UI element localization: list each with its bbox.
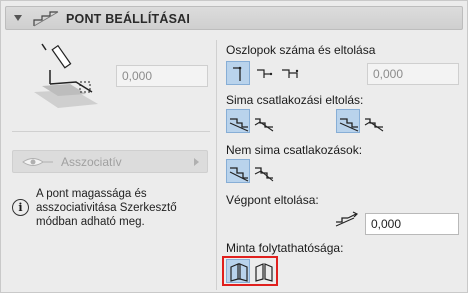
pattern-label: Minta folytathatósága:: [226, 241, 344, 255]
eye-link-icon: [21, 155, 55, 172]
nonsmooth-option-1-button[interactable]: [226, 159, 250, 183]
endpoint-offset-field[interactable]: 0,000: [365, 213, 459, 235]
stair-step-alt-icon: [364, 118, 384, 132]
point-preview-image: [28, 40, 104, 110]
smooth-option-2-button[interactable]: [251, 109, 275, 133]
panel-title: PONT BEÁLLÍTÁSAI: [66, 12, 191, 26]
point-height-field[interactable]: 0,000: [116, 65, 208, 87]
stair-step-icon: [254, 118, 274, 132]
stair-point-icon: [32, 10, 60, 31]
panel-header[interactable]: PONT BEÁLLÍTÁSAI: [5, 6, 463, 30]
associative-label: Asszociatív: [61, 155, 122, 169]
column-single-icon: [233, 66, 242, 81]
info-text: A pont magassága és asszociativitása Sze…: [36, 188, 177, 228]
associative-popup[interactable]: Asszociatív: [12, 150, 208, 173]
highlight-box: [222, 256, 278, 286]
stair-smooth-alt-icon: [339, 118, 359, 132]
columns-offset-field[interactable]: 0,000: [367, 63, 459, 85]
smooth-option-1-button[interactable]: [226, 109, 250, 133]
stair-smooth-icon: [229, 118, 249, 132]
endpoint-offset-icon: [334, 208, 360, 231]
endpoint-label: Végpont eltolása:: [226, 193, 319, 207]
nonsmooth-label: Nem sima csatlakozások:: [226, 143, 363, 157]
info-icon: i: [12, 199, 29, 216]
columns-label: Oszlopok száma és eltolása: [226, 43, 376, 57]
column-option-2-button[interactable]: [252, 61, 276, 85]
stair-sharp-icon: [229, 167, 249, 182]
triangle-down-icon[interactable]: [14, 15, 22, 21]
smooth-option-3-button[interactable]: [336, 109, 360, 133]
left-divider: [12, 131, 210, 132]
nonsmooth-option-2-button[interactable]: [251, 159, 275, 183]
stair-sharp-step-icon: [254, 167, 274, 182]
vertical-divider: [216, 40, 217, 290]
column-option-1-button[interactable]: [226, 61, 250, 85]
column-option-3-button[interactable]: [278, 61, 302, 85]
smooth-label: Sima csatlakozási eltolás:: [226, 93, 364, 107]
column-offset-icon: [257, 69, 273, 78]
chevron-right-icon: [194, 158, 199, 166]
column-double-icon: [282, 69, 299, 78]
smooth-option-4-button[interactable]: [361, 109, 385, 133]
